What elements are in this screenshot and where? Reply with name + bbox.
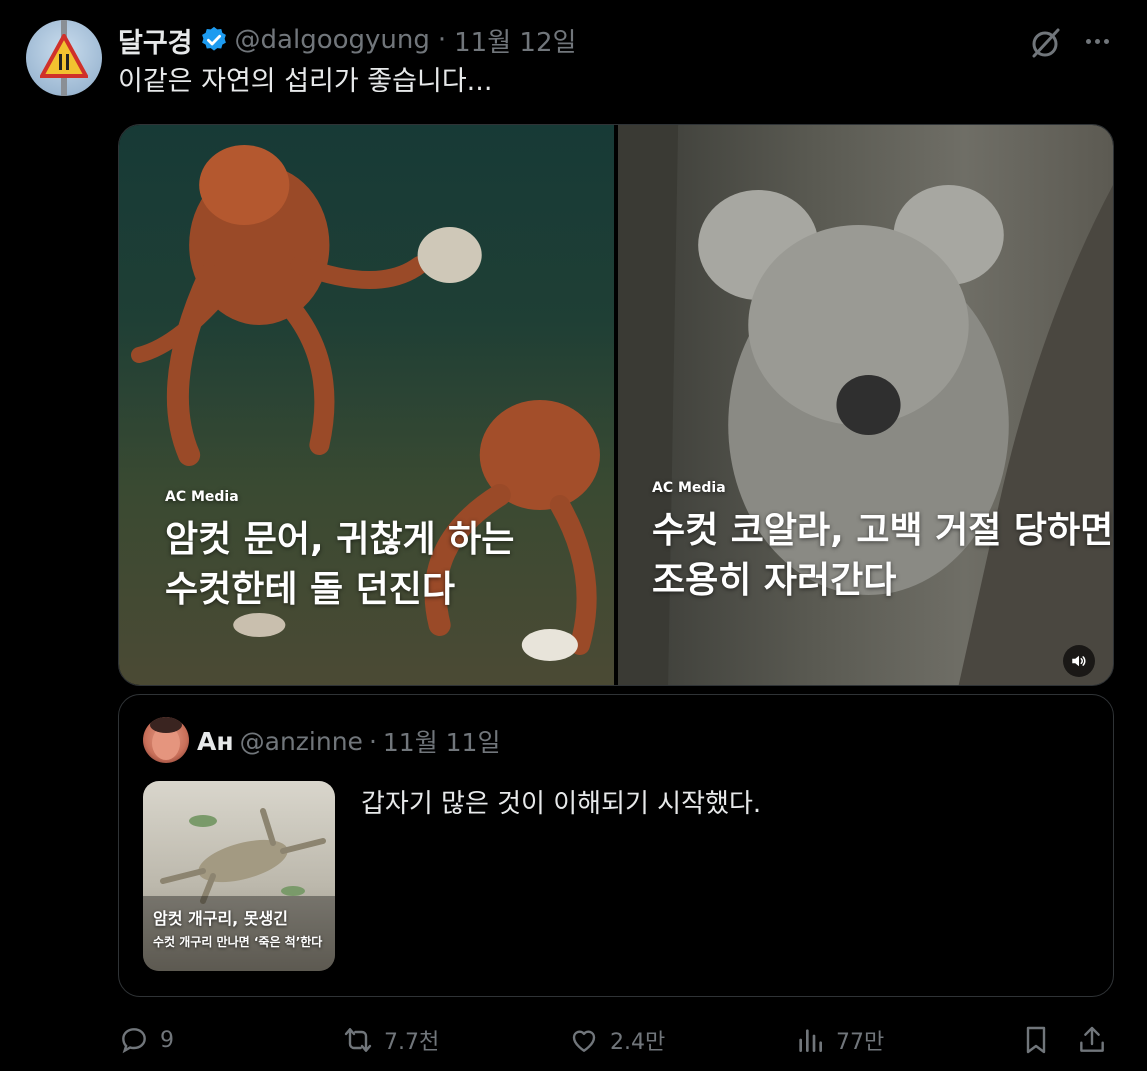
retweet-icon [344, 1028, 372, 1052]
volume-icon [1072, 655, 1086, 667]
quote-thumb-subtitle: 수컷 개구리 만나면 ‘죽은 척’한다 [153, 935, 323, 949]
koala-caption: AC Media 수컷 코알라, 고백 거절 당하면 조용히 자러간다 [652, 480, 1113, 606]
views-icon [799, 1029, 822, 1052]
reply-icon [122, 1028, 146, 1054]
like-button[interactable]: 2.4만 [568, 1018, 665, 1062]
media-source: AC Media [165, 489, 239, 505]
more-icon[interactable] [1080, 26, 1114, 56]
caption-line: 수컷 코알라, 고백 거절 당하면 [652, 510, 1113, 551]
quote-author-name: Ан [197, 726, 234, 756]
repost-count: 7.7천 [384, 1030, 440, 1055]
road-sign-icon [40, 34, 88, 78]
separator: · [437, 25, 447, 55]
tweet-media: AC Media 암컷 문어, 귀찮게 하는 수컷한테 돌 던진다 AC Med… [118, 124, 1114, 686]
author-name[interactable]: 달구경 [118, 21, 193, 60]
bookmark-icon [1026, 1026, 1046, 1054]
quote-author-handle: @anzinne [239, 726, 363, 756]
like-count: 2.4만 [610, 1030, 666, 1055]
tweet-header: 달구경 @dalgoogyung · 11월 12일 [118, 21, 576, 60]
share-button[interactable] [1076, 1018, 1108, 1062]
verified-icon [201, 26, 226, 51]
media-source: AC Media [652, 480, 726, 496]
quote-thumb-title: 암컷 개구리, 못생긴 [153, 909, 288, 928]
media-octopus[interactable]: AC Media 암컷 문어, 귀찮게 하는 수컷한테 돌 던진다 [119, 125, 614, 685]
quote-header: Ан @anzinne · 11월 11일 [197, 723, 500, 759]
quote-date: 11월 11일 [382, 728, 501, 757]
quote-media[interactable]: 암컷 개구리, 못생긴 수컷 개구리 만나면 ‘죽은 척’한다 [143, 781, 335, 971]
quoted-tweet[interactable]: Ан @anzinne · 11월 11일 암컷 개구리, 못생긴 수컷 개구리… [118, 694, 1114, 997]
reply-count: 9 [160, 1027, 174, 1053]
author-handle[interactable]: @dalgoogyung [235, 25, 430, 55]
author-avatar[interactable] [26, 20, 102, 96]
caption-line: 조용히 자러간다 [652, 560, 897, 601]
caption-line: 암컷 문어, 귀찮게 하는 [165, 519, 515, 560]
media-koala[interactable]: AC Media 수컷 코알라, 고백 거절 당하면 조용히 자러간다 [618, 125, 1113, 685]
tweet-text: 이같은 자연의 섭리가 좋습니다... [118, 66, 493, 97]
repost-button[interactable]: 7.7천 [342, 1018, 439, 1062]
caption-line: 수컷한테 돌 던진다 [165, 569, 456, 610]
quote-text: 갑자기 많은 것이 이해되기 시작했다. [361, 789, 762, 819]
quote-avatar [143, 717, 189, 763]
reply-button[interactable]: 9 [118, 1018, 174, 1062]
grok-icon[interactable] [1026, 24, 1064, 62]
tweet-date[interactable]: 11월 12일 [454, 22, 576, 59]
separator: · [368, 726, 377, 756]
action-bar: 9 7.7천 2.4만 77만 [118, 1018, 1114, 1062]
volume-button[interactable] [1063, 645, 1095, 677]
views-button[interactable]: 77만 [794, 1018, 884, 1062]
like-icon [572, 1030, 596, 1052]
octopus-caption: AC Media 암컷 문어, 귀찮게 하는 수컷한테 돌 던진다 [165, 489, 514, 615]
bookmark-button[interactable] [1020, 1018, 1052, 1062]
share-icon [1080, 1026, 1104, 1052]
views-count: 77만 [836, 1030, 885, 1055]
